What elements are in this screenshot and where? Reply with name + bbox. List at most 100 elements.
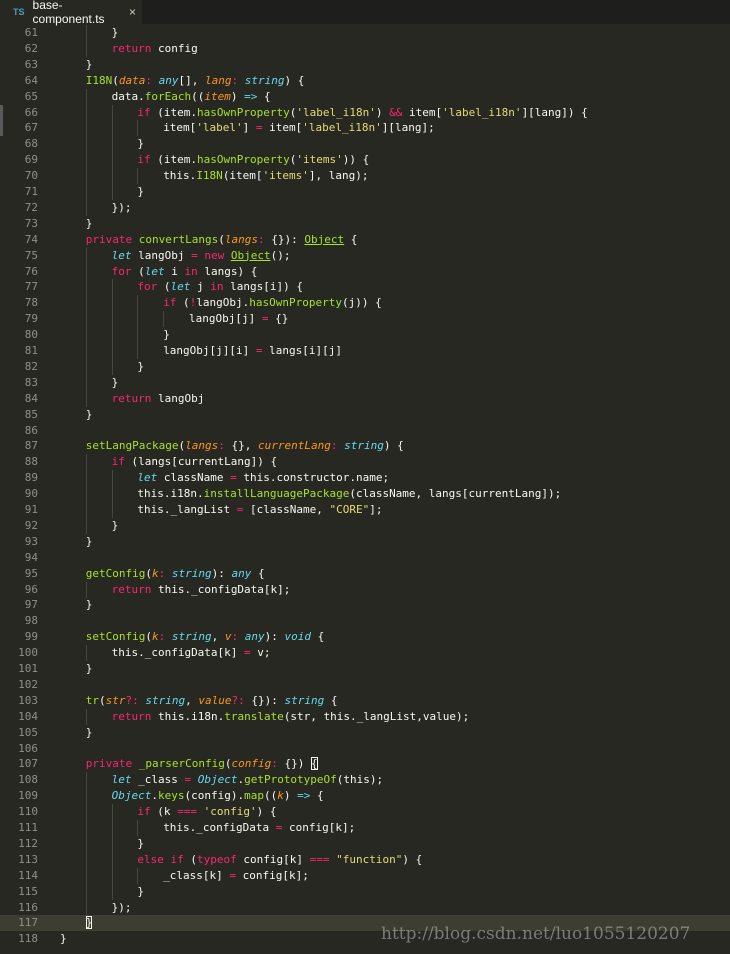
code-line[interactable]: 70 this.I18N(item['items'], lang); xyxy=(0,168,730,185)
code-token: currentLang xyxy=(258,439,331,453)
code-line[interactable]: 86 xyxy=(0,423,730,439)
code-line[interactable]: 102 xyxy=(0,677,730,693)
code-line[interactable]: 101} xyxy=(0,661,730,677)
line-number: 103 xyxy=(18,693,38,707)
code-token: } xyxy=(85,57,93,71)
code-line[interactable]: 112} xyxy=(0,835,730,852)
code-line[interactable]: 91 this._langList = [className, "CORE"]; xyxy=(0,502,730,518)
tab-base-component[interactable]: TS base-component.ts × xyxy=(0,0,142,26)
code-token: ] xyxy=(242,121,256,135)
code-line[interactable]: 93} xyxy=(0,534,730,550)
code-line[interactable]: 80} xyxy=(0,327,730,344)
code-line[interactable]: 100 this._configData[k] = v; xyxy=(0,645,730,662)
code-token: } xyxy=(85,662,93,675)
code-token: value xyxy=(198,693,232,707)
code-token: 'label_i18n' xyxy=(296,105,376,119)
code-line[interactable]: 62 return config xyxy=(0,40,730,57)
close-icon[interactable]: × xyxy=(129,5,136,19)
code-line[interactable]: 92} xyxy=(0,517,730,534)
code-token: } xyxy=(137,884,145,898)
code-line[interactable]: 63} xyxy=(0,57,730,73)
code-token: Object xyxy=(304,232,345,246)
code-line[interactable]: 64 I18N(data: any[], lang: string) { xyxy=(0,73,730,89)
code-line[interactable]: 116}); xyxy=(0,899,730,916)
code-token: string xyxy=(344,439,384,453)
code-line[interactable]: 108 let _class = Object.getPrototypeOf(th… xyxy=(0,772,730,789)
code-line[interactable]: 87 setLangPackage(langs: {}, currentLang:… xyxy=(0,438,730,454)
code-token: 'items' xyxy=(296,153,343,167)
code-line[interactable]: 65 data.forEach((item) => { xyxy=(0,88,730,105)
code-token: }); xyxy=(111,200,132,214)
indent-guide xyxy=(85,374,87,391)
code-line[interactable]: 74 private convertLangs(langs: {}): Objec… xyxy=(0,232,730,248)
code-token: } xyxy=(85,407,93,421)
code-token: map xyxy=(244,789,264,803)
code-token: let xyxy=(144,264,165,278)
code-token: lang xyxy=(205,73,232,87)
code-line[interactable]: 66 if (item.hasOwnProperty('label_i18n') … xyxy=(0,104,730,121)
code-line[interactable]: 67 item['label'] = item['label_i18n'][lan… xyxy=(0,120,730,137)
code-line[interactable]: 82} xyxy=(0,358,730,375)
code-editor[interactable]: 61} 62 return config 63} 64 I18N(data: any[],… xyxy=(0,24,730,954)
code-line[interactable]: 105} xyxy=(0,725,730,741)
line-number: 81 xyxy=(24,344,38,357)
code-line[interactable]: 96 return this._configData[k]; xyxy=(0,581,730,598)
code-line[interactable]: 85} xyxy=(0,407,730,423)
line-number: 75 xyxy=(24,248,38,262)
indent-guide xyxy=(137,295,139,312)
code-token: 'items' xyxy=(262,169,309,183)
code-line[interactable]: 111 this._configData = config[k]; xyxy=(0,820,730,836)
indent-guide xyxy=(85,343,87,359)
code-token: : xyxy=(271,757,278,771)
code-text: if (item.hasOwnProperty('label_i18n') &&… xyxy=(137,105,587,121)
code-line[interactable]: 79 langObj[j] = {} xyxy=(0,311,730,328)
code-token: getPrototypeOf xyxy=(244,773,337,787)
code-line[interactable]: 95 getConfig(k: string): any { xyxy=(0,566,730,582)
code-line[interactable]: 61} xyxy=(0,25,730,41)
code-line[interactable]: 77 for (let j in langs[i]) { xyxy=(0,279,730,296)
code-line[interactable]: 78 if (!langObj.hasOwnProperty(j)) { xyxy=(0,295,730,312)
code-line[interactable]: 84 return langObj xyxy=(0,390,730,407)
code-line[interactable]: 106 xyxy=(0,741,730,757)
code-line[interactable]: 72}); xyxy=(0,199,730,216)
code-token: ): xyxy=(264,630,285,644)
code-line[interactable]: 109 Object.keys(config).map((k) => { xyxy=(0,788,730,805)
code-token: ) xyxy=(375,105,390,119)
code-line[interactable]: 83} xyxy=(0,374,730,391)
code-token: => xyxy=(297,789,311,803)
code-token: (str, this._langList,value); xyxy=(283,709,470,723)
code-line[interactable]: 89 let className = this.constructor.name; xyxy=(0,470,730,487)
code-line[interactable]: 88 if (langs[currentLang]) { xyxy=(0,454,730,471)
code-line[interactable]: 115} xyxy=(0,883,730,900)
code-line[interactable]: 69 if (item.hasOwnProperty('items')) { xyxy=(0,152,730,169)
code-token: { xyxy=(310,789,324,803)
code-line[interactable]: 110 if (k === 'config') { xyxy=(0,804,730,821)
editor-window: TS base-component.ts × 61} 62 return confi… xyxy=(0,0,730,954)
code-line[interactable]: 76 for (let i in langs) { xyxy=(0,263,730,280)
code-line[interactable]: 94 xyxy=(0,550,730,566)
code-line[interactable]: 103 tr(str?: string, value?: {}): string … xyxy=(0,693,730,709)
code-line[interactable]: 97} xyxy=(0,597,730,613)
code-line[interactable]: 81 langObj[j][i] = langs[i][j] xyxy=(0,343,730,359)
code-token: : xyxy=(330,439,338,453)
code-line[interactable]: 98 xyxy=(0,613,730,629)
code-line[interactable]: 73} xyxy=(0,216,730,232)
code-line[interactable]: 99 setConfig(k: string, v: any): void { xyxy=(0,629,730,645)
code-line[interactable]: 104 return this.i18n.translate(str, this.… xyxy=(0,708,730,725)
tab-filename: base-component.ts xyxy=(32,0,105,26)
code-line[interactable]: 68} xyxy=(0,136,730,153)
code-line[interactable]: 75 let langObj = new Object(); xyxy=(0,247,730,264)
code-token: this._configData[k]; xyxy=(151,582,291,596)
code-token: 'label' xyxy=(196,121,243,135)
code-token: ) { xyxy=(256,805,277,819)
code-line[interactable]: 107 private _parserConfig(config: {}) { xyxy=(0,756,730,772)
code-line[interactable]: 114 _class[k] = config[k]; xyxy=(0,867,730,884)
code-line[interactable]: 90 this.i18n.installLanguagePackage(class… xyxy=(0,486,730,503)
line-number: 64 xyxy=(24,73,38,87)
code-line[interactable]: 113 else if (typeof config[k] === "functi… xyxy=(0,851,730,868)
code-token: i xyxy=(164,264,185,278)
code-line[interactable]: 71} xyxy=(0,184,730,200)
code-token: } xyxy=(137,359,145,373)
